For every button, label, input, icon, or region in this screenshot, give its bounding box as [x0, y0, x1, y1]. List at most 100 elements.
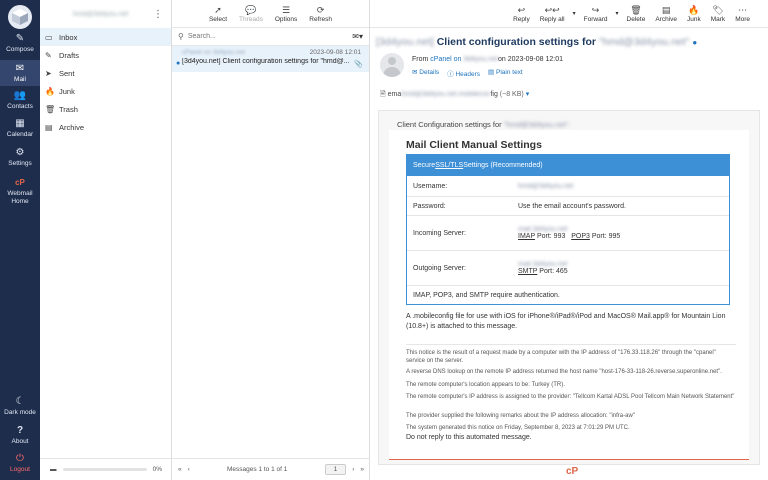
delete-button[interactable]: 🗑 Delete: [625, 5, 648, 23]
cpanel-icon: cP: [15, 178, 25, 187]
mobileconfig-paragraph: A .mobileconfig file for use with iOS fo…: [406, 313, 726, 330]
junk-icon: 🔥: [688, 4, 700, 15]
help-icon: ?: [16, 425, 24, 436]
forward-dropdown-icon[interactable]: ▾: [616, 10, 619, 17]
folder-inbox[interactable]: ▭ Inbox: [40, 28, 171, 46]
attachment-dropdown-icon[interactable]: ▾: [526, 91, 530, 98]
button-label: Threads: [239, 15, 263, 23]
nav-label: Dark mode: [4, 409, 36, 416]
archive-button[interactable]: ▤ Archive: [653, 5, 679, 23]
folder-label: Inbox: [59, 32, 78, 42]
envelope-options-icon[interactable]: ✉▾: [352, 32, 363, 41]
refresh-button[interactable]: ⟳ Refresh: [307, 5, 334, 23]
search-input[interactable]: [187, 33, 349, 40]
table-row: IMAP, POP3, and SMTP require authenticat…: [407, 285, 729, 304]
subject-text: Client configuration settings for: [433, 36, 599, 48]
reply-button[interactable]: ↩ Reply: [511, 5, 532, 23]
more-icon: ⋯: [738, 4, 748, 15]
folder-trash[interactable]: 🗑 Trash: [40, 100, 171, 118]
ssl-tls-link[interactable]: SSL/TLS: [435, 162, 463, 169]
forward-button[interactable]: ↪ Forward: [582, 5, 610, 23]
inbox-icon: ▭: [45, 32, 53, 42]
nav-calendar[interactable]: ▦ Calendar: [0, 118, 40, 142]
nav-logout[interactable]: ⏻ Logout: [0, 453, 40, 477]
from-line: From cPanel on 3d4you.neton 2023-09-08 1…: [412, 56, 563, 63]
notice-line: A reverse DNS lookup on the remote IP ad…: [406, 369, 722, 375]
message-viewer: ↩ Reply ↩↩ Reply all ▾ ↪ Forward ▾ 🗑 Del…: [370, 0, 768, 480]
smtp-link[interactable]: SMTP: [518, 268, 537, 275]
button-label: Select: [208, 15, 228, 23]
intro-address: "hmd@3d4you.net".: [503, 120, 571, 129]
nav-label: About: [11, 438, 29, 445]
list-toolbar: ➚ Select 💬 Threads ☰ Options ⟳ Refresh: [172, 0, 369, 28]
button-label: Forward: [583, 15, 608, 23]
folder-archive[interactable]: ▤ Archive: [40, 118, 171, 136]
nav-mail[interactable]: ✉ Mail: [0, 60, 40, 86]
row-value: Use the email account's password.: [518, 202, 626, 210]
table-header-pre: Secure: [413, 162, 436, 169]
notice-line: The remote computer's IP address is assi…: [406, 394, 735, 400]
headers-label: Headers: [455, 71, 481, 78]
first-page-icon[interactable]: «: [178, 466, 182, 473]
do-not-reply: Do not reply to this automated message.: [406, 434, 532, 441]
junk-button[interactable]: 🔥 Junk: [685, 5, 703, 23]
prev-page-icon[interactable]: ‹: [188, 466, 190, 473]
folder-drafts[interactable]: ✎ Drafts: [40, 46, 171, 64]
intro-text: Client Configuration settings for: [397, 120, 502, 129]
account-name: hmd@3d4you.net: [72, 10, 129, 18]
reply-dropdown-icon[interactable]: ▾: [573, 10, 576, 17]
nav-settings[interactable]: ⚙ Settings: [0, 147, 40, 171]
nav-compose[interactable]: ✎ Compose: [0, 33, 40, 57]
options-button[interactable]: ☰ Options: [273, 5, 299, 23]
folder-sent[interactable]: ➤ Sent: [40, 64, 171, 82]
message-list-pane: ➚ Select 💬 Threads ☰ Options ⟳ Refresh ⚲…: [172, 0, 370, 480]
plain-text-link[interactable]: ▤ Plain text: [488, 68, 523, 78]
search-bar: ⚲ ✉▾: [172, 28, 369, 46]
more-button[interactable]: ⋯ More: [733, 5, 752, 23]
page-number-input[interactable]: 1: [324, 464, 347, 475]
message-date: 2023-09-08 12:01: [309, 49, 361, 56]
kebab-menu-icon[interactable]: ⋮: [153, 9, 163, 20]
message-row[interactable]: cPanel on 3d4you.net 2023-09-08 12:01 ● …: [172, 46, 369, 72]
imap-link[interactable]: IMAP: [518, 233, 535, 240]
details-label: Details: [419, 69, 440, 76]
nav-label: Contacts: [7, 103, 33, 110]
nav-label: Mail: [14, 76, 26, 83]
details-link[interactable]: ✉ Details: [412, 68, 439, 78]
flag-icon[interactable]: ●: [692, 38, 697, 47]
plain-text-label: Plain text: [496, 69, 523, 76]
select-button[interactable]: ➚ Select: [207, 5, 229, 23]
body-intro: Client Configuration settings for "hmd@3…: [397, 120, 570, 129]
nav-about[interactable]: ? About: [0, 425, 40, 449]
refresh-icon: ⟳: [316, 4, 325, 15]
threads-button[interactable]: 💬 Threads: [237, 5, 265, 23]
reply-all-button[interactable]: ↩↩ Reply all: [538, 5, 567, 23]
nav-webmail-home[interactable]: cP Webmail Home: [0, 177, 40, 207]
pager: « ‹ Messages 1 to 1 of 1 1 › »: [172, 458, 370, 480]
nav-contacts[interactable]: 👥 Contacts: [0, 90, 40, 114]
incoming-ports: IMAP Port: 993 POP3 Port: 995: [518, 233, 729, 240]
attachment-item[interactable]: 🗎 emahmd@3d4you.net.mobileconfig (~8 KB)…: [380, 90, 529, 101]
imap-port: Port: 993: [535, 233, 566, 240]
roundcube-logo-icon: [8, 5, 32, 29]
app-navbar: ✎ Compose ✉ Mail 👥 Contacts ▦ Calendar ⚙…: [0, 0, 40, 480]
subject-prefix: [3d4you.net]: [376, 36, 434, 48]
folder-label: Sent: [59, 68, 75, 78]
message-subject: [3d4you.net] Client configuration settin…: [182, 58, 350, 65]
nav-label: Logout: [10, 466, 30, 473]
sender-name-link[interactable]: cPanel on: [430, 56, 461, 63]
folder-junk[interactable]: 🔥 Junk: [40, 82, 171, 100]
nav-dark-mode[interactable]: ☾ Dark mode: [0, 396, 40, 420]
quota-percent: 0%: [152, 466, 162, 473]
mark-button[interactable]: 🏷 Mark: [709, 5, 727, 23]
pop3-link[interactable]: POP3: [571, 233, 590, 240]
threads-icon: 💬: [245, 4, 257, 15]
folder-pane: hmd@3d4you.net ⋮ ▭ Inbox ✎ Drafts ➤ Sent…: [40, 0, 172, 480]
next-page-icon[interactable]: ›: [352, 466, 354, 473]
outgoing-ports: SMTP Port: 465: [518, 268, 729, 275]
last-page-icon[interactable]: »: [360, 466, 364, 473]
folder-label: Trash: [59, 104, 78, 114]
headers-link[interactable]: ⓘ Headers: [447, 68, 480, 78]
sender-date: on 2023-09-08 12:01: [498, 56, 564, 63]
trash-icon: 🗑: [45, 104, 56, 114]
